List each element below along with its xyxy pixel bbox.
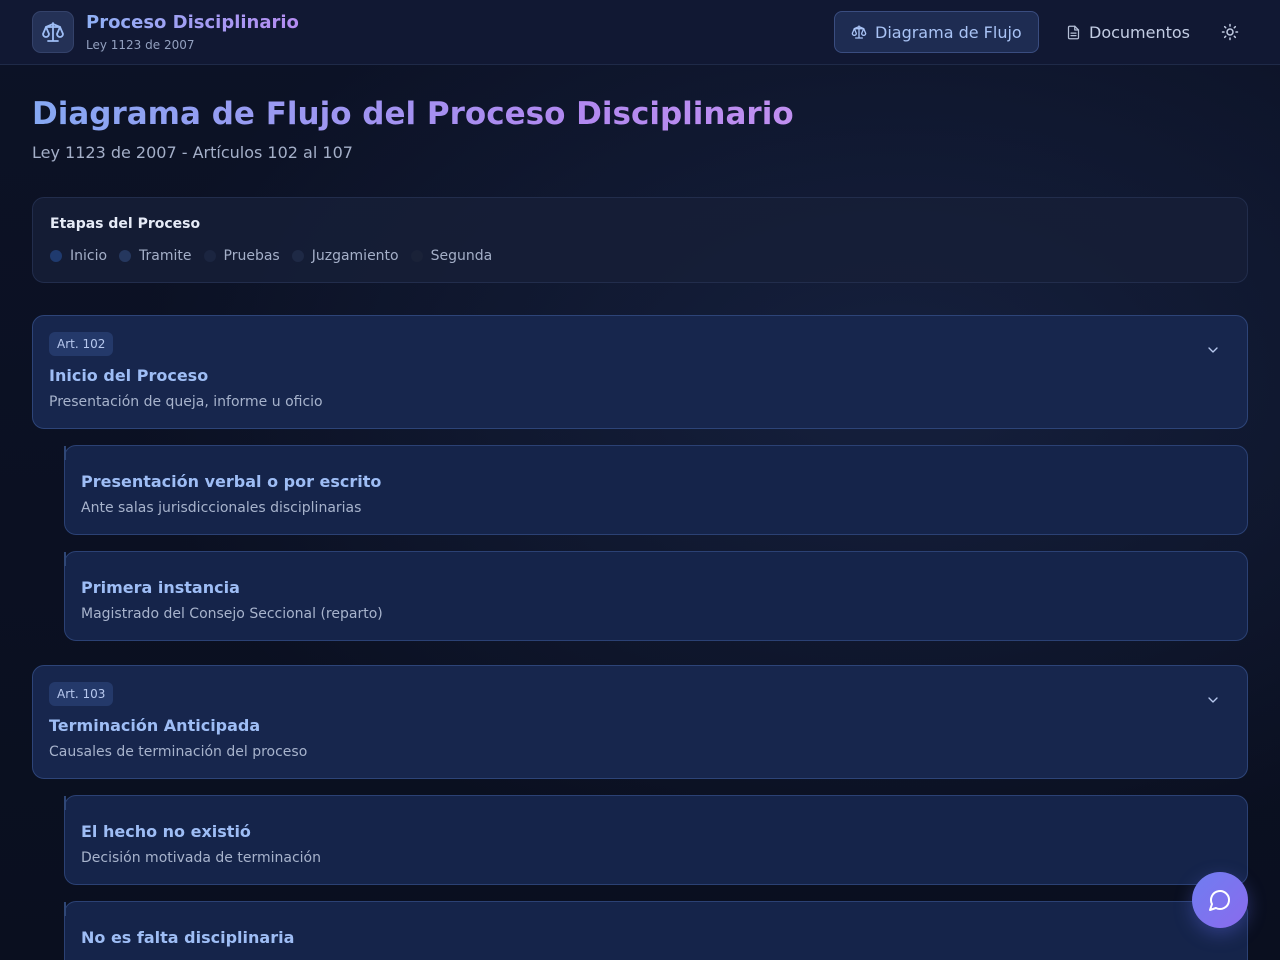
page-subtitle: Ley 1123 de 2007 - Artículos 102 al 107 xyxy=(32,143,353,162)
document-icon xyxy=(1067,25,1080,39)
stage-dot xyxy=(50,250,62,262)
sun-icon xyxy=(1221,23,1239,41)
stages-title: Etapas del Proceso xyxy=(50,216,201,232)
scale-icon xyxy=(851,25,867,39)
step-title: Presentación verbal o por escrito xyxy=(81,472,382,491)
stages-list: Inicio Tramite Pruebas Juzgamiento Segun… xyxy=(50,248,504,264)
theme-toggle-button[interactable] xyxy=(1214,16,1246,48)
article-badge: Art. 102 xyxy=(49,332,114,356)
section-description: Causales de terminación del proceso xyxy=(49,744,308,760)
stage-pruebas[interactable]: Pruebas xyxy=(203,248,280,264)
page-title: Diagrama de Flujo del Proceso Disciplina… xyxy=(32,96,794,132)
expand-toggle[interactable] xyxy=(1203,690,1223,710)
step-description: Ante salas jurisdiccionales disciplinari… xyxy=(81,500,362,516)
nav-diagrama-de-flujo[interactable]: Diagrama de Flujo xyxy=(834,11,1039,53)
stage-label: Segunda xyxy=(430,248,493,264)
stages-legend: Etapas del Proceso Inicio Tramite Prueba… xyxy=(32,197,1248,283)
scale-icon xyxy=(42,22,64,42)
step-description: Decisión motivada de terminación xyxy=(81,850,321,866)
stage-label: Pruebas xyxy=(223,248,280,264)
article-badge: Art. 103 xyxy=(49,682,114,706)
chat-button[interactable] xyxy=(1192,872,1248,928)
stage-inicio[interactable]: Inicio xyxy=(50,248,107,264)
section-description: Presentación de queja, informe u oficio xyxy=(49,394,323,410)
stage-dot xyxy=(410,250,423,262)
chevron-down-icon xyxy=(1208,347,1218,353)
section-inicio-del-proceso[interactable]: Art. 102 Inicio del Proceso Presentación… xyxy=(32,315,1248,429)
flow-step[interactable]: Presentación verbal o por escrito Ante s… xyxy=(64,445,1248,535)
section-terminacion-anticipada[interactable]: Art. 103 Terminación Anticipada Causales… xyxy=(32,665,1248,779)
expand-toggle[interactable] xyxy=(1203,340,1223,360)
section-title: Terminación Anticipada xyxy=(49,716,261,735)
stage-segunda[interactable]: Segunda xyxy=(410,248,493,264)
stage-dot xyxy=(291,250,304,262)
flow-step[interactable]: No es falta disciplinaria xyxy=(64,901,1248,960)
stage-label: Inicio xyxy=(70,248,108,264)
nav-label: Diagrama de Flujo xyxy=(875,22,1022,42)
chat-bubble-icon xyxy=(1209,890,1230,911)
chevron-down-icon xyxy=(1208,697,1218,703)
section-title: Inicio del Proceso xyxy=(49,366,209,385)
app-title: Proceso Disciplinario xyxy=(86,12,299,33)
step-description: Magistrado del Consejo Seccional (repart… xyxy=(81,606,383,622)
nav-label: Documentos xyxy=(1089,22,1191,42)
logo[interactable] xyxy=(32,11,74,53)
stage-label: Tramite xyxy=(139,248,192,264)
app-subtitle: Ley 1123 de 2007 xyxy=(86,38,195,52)
stage-label: Juzgamiento xyxy=(311,248,399,264)
stage-juzgamiento[interactable]: Juzgamiento xyxy=(291,248,399,264)
step-title: Primera instancia xyxy=(81,578,240,597)
step-title: El hecho no existió xyxy=(81,822,251,841)
flow-step[interactable]: Primera instancia Magistrado del Consejo… xyxy=(64,551,1248,641)
stage-dot xyxy=(119,250,132,262)
flow-step[interactable]: El hecho no existió Decisión motivada de… xyxy=(64,795,1248,885)
nav-documentos[interactable]: Documentos xyxy=(1050,11,1206,53)
app-header: Proceso Disciplinario Ley 1123 de 2007 D… xyxy=(0,0,1280,65)
stage-tramite[interactable]: Tramite xyxy=(119,248,192,264)
step-title: No es falta disciplinaria xyxy=(81,928,295,947)
stage-dot xyxy=(203,250,216,262)
